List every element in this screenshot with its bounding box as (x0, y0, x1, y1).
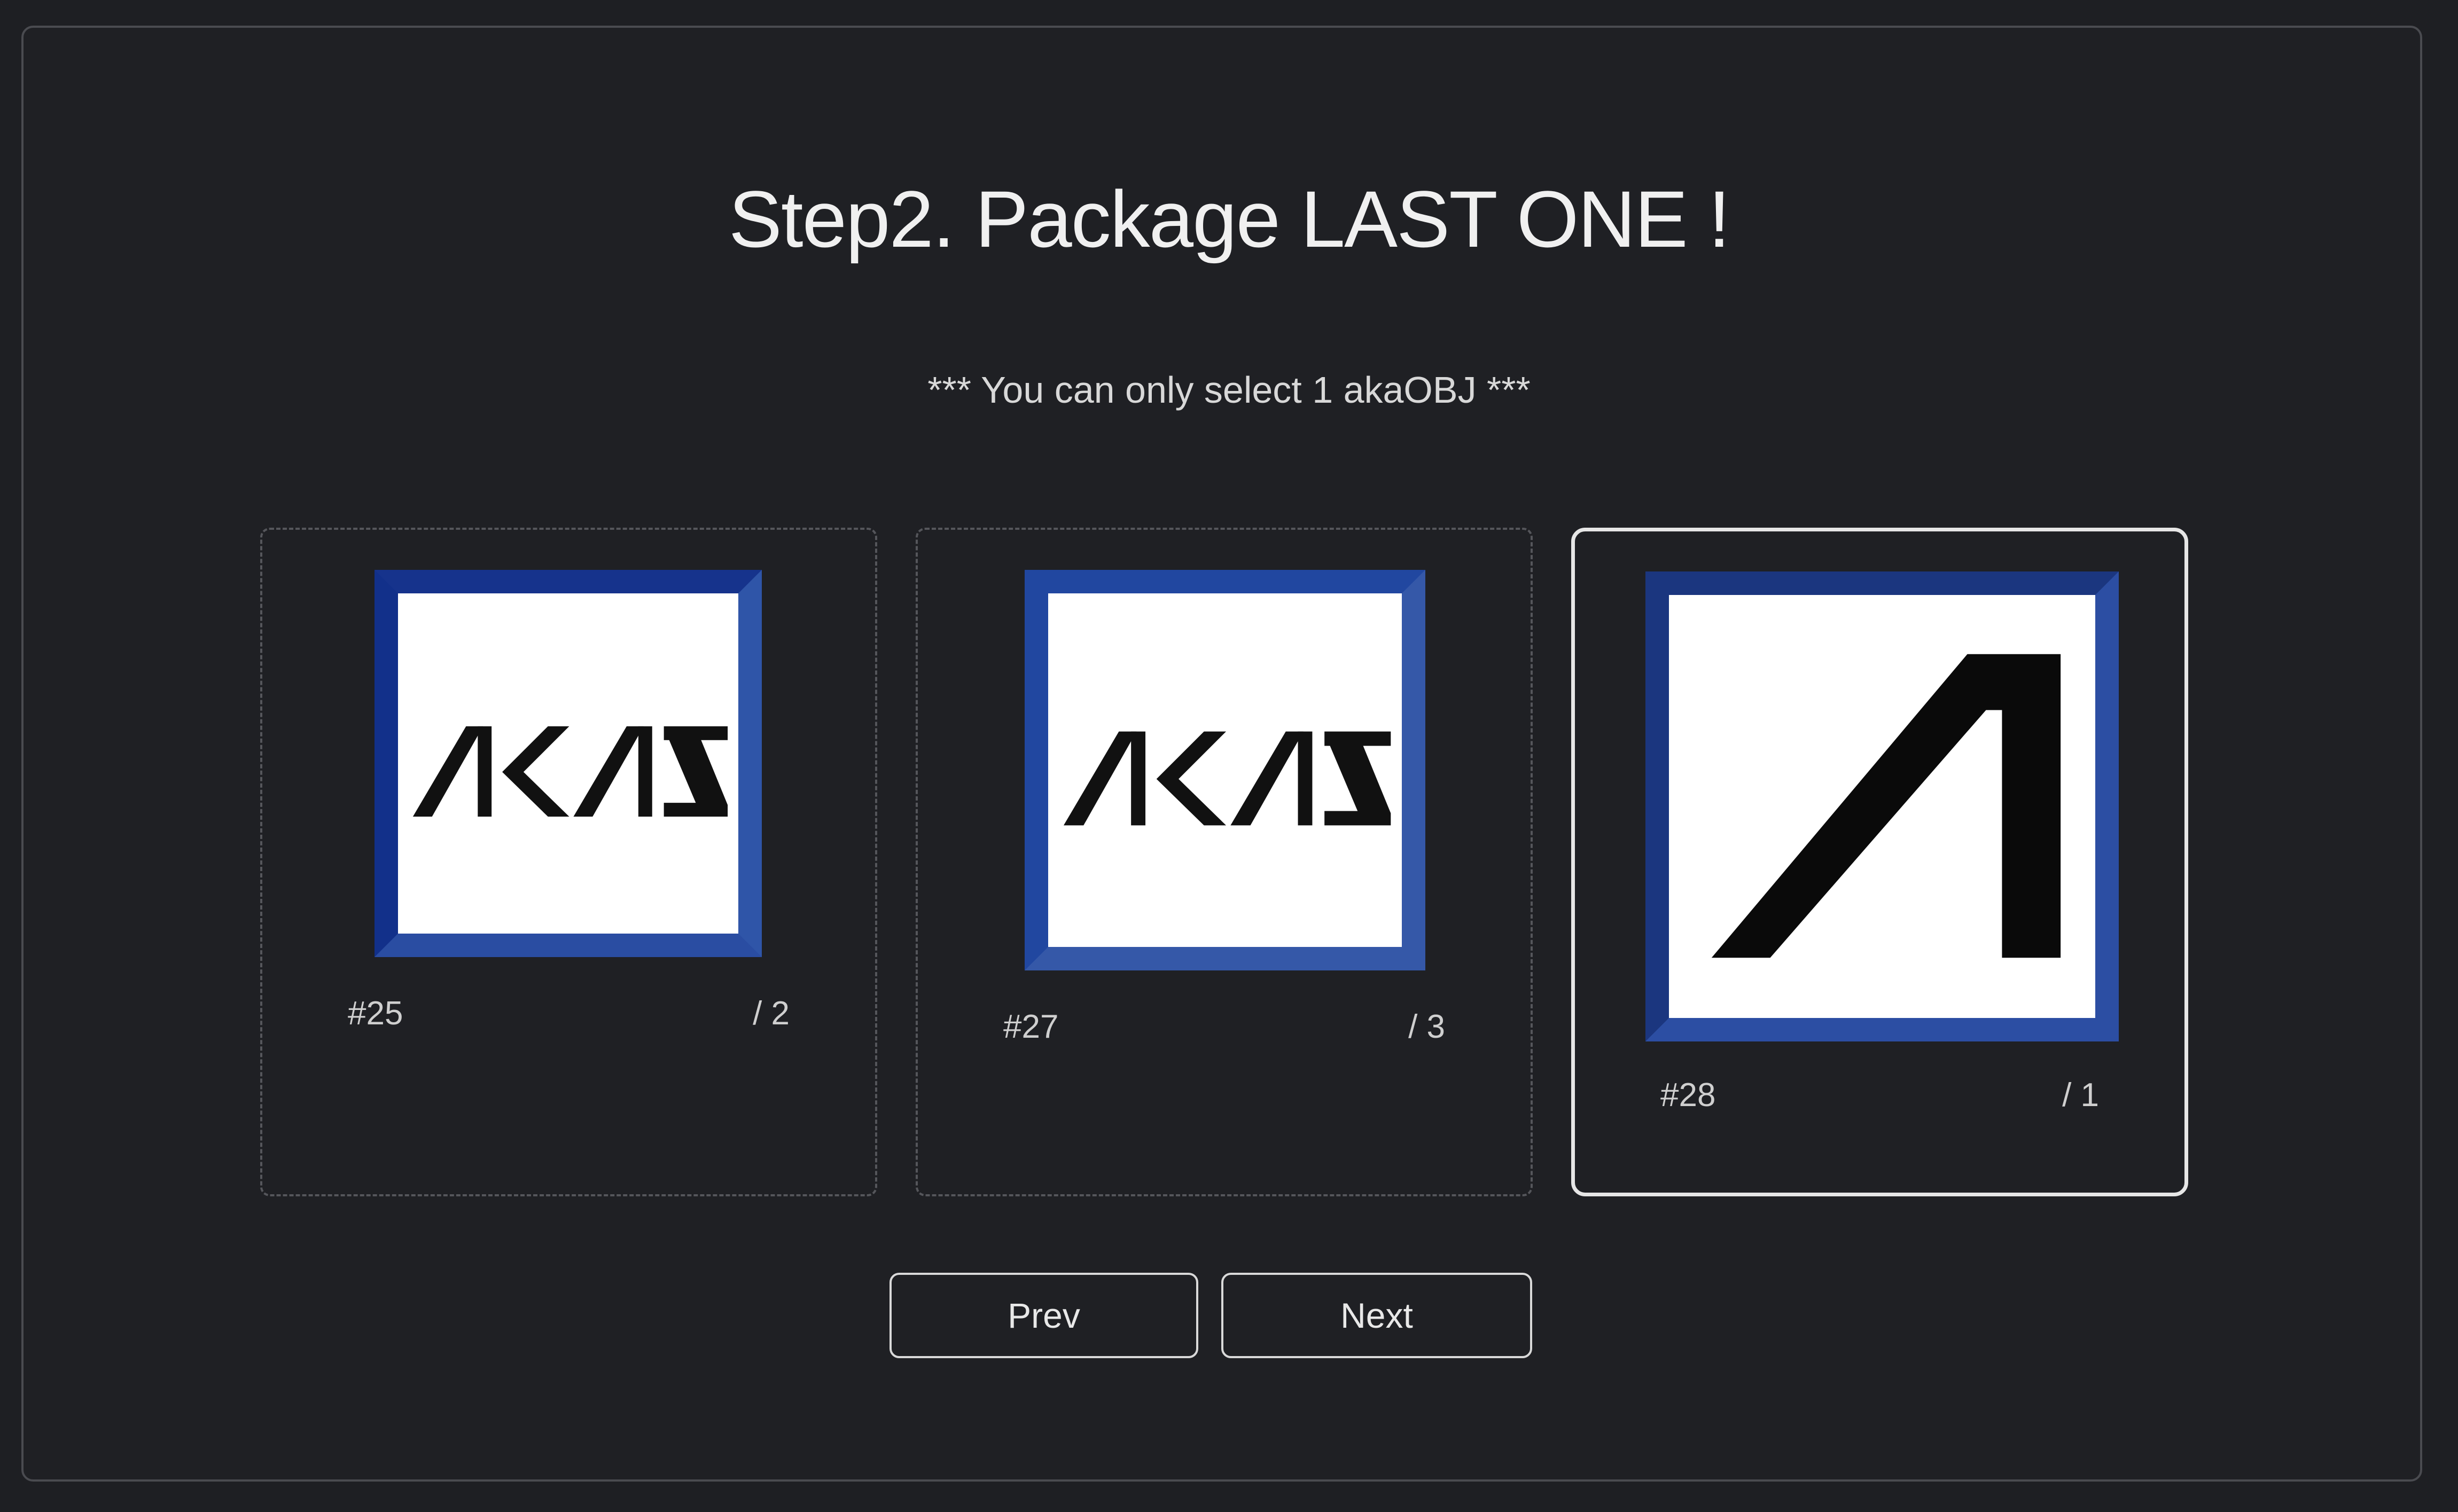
akas-logo-icon (1063, 731, 1391, 826)
akas-logo-thumbnail (1025, 570, 1425, 970)
prev-button[interactable]: Prev (889, 1273, 1198, 1358)
akas-logo-thumbnail (374, 570, 762, 957)
akaobj-id: #28 (1660, 1077, 1716, 1114)
page-title: Step2. Package LAST ONE ! (728, 174, 1730, 264)
akaobj-id: #25 (348, 995, 403, 1032)
akaobj-count: / 3 (1408, 1008, 1445, 1045)
akas-logo-icon (412, 726, 728, 817)
akaobj-card-27[interactable]: #27 / 3 (916, 528, 1533, 1196)
akaobj-card-25[interactable]: #25 / 2 (260, 528, 877, 1196)
akaobj-count: / 1 (2062, 1077, 2099, 1114)
selection-hint: *** You can only select 1 akaOBJ *** (927, 369, 1531, 411)
akaobj-count: / 2 (753, 995, 790, 1032)
akaobj-id: #27 (1003, 1008, 1059, 1045)
next-button[interactable]: Next (1221, 1273, 1532, 1358)
a-logo-icon (1711, 654, 2061, 958)
akaobj-card-28[interactable]: #28 / 1 (1571, 528, 2188, 1196)
a-logo-thumbnail (1645, 571, 2119, 1041)
